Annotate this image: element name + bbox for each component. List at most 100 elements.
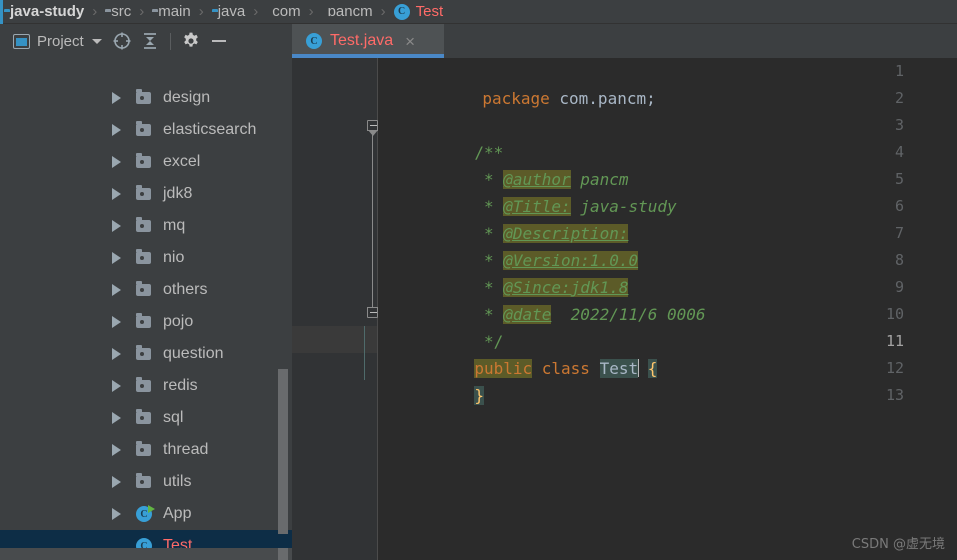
chevron-right-icon[interactable] xyxy=(112,124,121,136)
breadcrumb-separator: › xyxy=(139,3,145,20)
chevron-right-icon[interactable] xyxy=(112,380,121,392)
tree-item-label: excel xyxy=(163,153,201,170)
package-name: com.pancm; xyxy=(549,89,656,108)
brace-open: { xyxy=(647,359,658,378)
chevron-right-icon[interactable] xyxy=(112,476,121,488)
code-line-6: * @Description: xyxy=(378,193,629,243)
code-line-9: * @date 2022/11/6 0006 xyxy=(378,274,706,324)
chevron-right-icon[interactable] xyxy=(112,156,121,168)
breadcrumb-separator: › xyxy=(253,3,259,20)
breadcrumb-item-pancm[interactable]: pancm xyxy=(320,0,375,24)
tree-item-pojo[interactable]: pojo xyxy=(0,306,292,338)
chevron-right-icon[interactable] xyxy=(112,508,121,520)
breadcrumb-item-src[interactable]: src xyxy=(103,0,133,24)
folder-icon xyxy=(136,249,151,264)
tree-item-label: utils xyxy=(163,473,192,490)
chevron-right-icon[interactable] xyxy=(112,412,121,424)
code-line-12: } xyxy=(378,355,484,405)
collapse-all-icon[interactable] xyxy=(137,28,163,54)
tab-test-java[interactable]: C Test.java × xyxy=(292,24,444,58)
tree-item-nio[interactable]: nio xyxy=(0,242,292,274)
breadcrumb-item-main[interactable]: main xyxy=(150,0,193,24)
project-view-selector[interactable]: Project xyxy=(8,30,107,53)
folder-icon xyxy=(136,185,151,200)
code-content[interactable]: package com.pancm; /** * @author pancm *… xyxy=(378,58,957,560)
watermark: CSDN @虚无境 xyxy=(851,537,945,552)
tree-item-question[interactable]: question xyxy=(0,338,292,370)
code-line-1: package com.pancm; xyxy=(386,58,655,108)
tree-item-app[interactable]: C App xyxy=(0,498,292,530)
tree-item-others[interactable]: others xyxy=(0,274,292,306)
editor-tab-bar: C Test.java × xyxy=(292,24,957,58)
tree-item-label: nio xyxy=(163,249,185,266)
tool-window-bottom-strip xyxy=(0,548,292,560)
tree-item-design[interactable]: design xyxy=(0,82,292,114)
tree-item-sql[interactable]: sql xyxy=(0,402,292,434)
tree-item-excel[interactable]: excel xyxy=(0,146,292,178)
folder-icon xyxy=(136,313,151,328)
tree-scrollbar-track-bottom[interactable] xyxy=(278,548,288,560)
tree-item-label: jdk8 xyxy=(163,185,193,202)
tree-item-redis[interactable]: redis xyxy=(0,370,292,402)
tree-item-label: question xyxy=(163,345,224,362)
chevron-right-icon[interactable] xyxy=(112,220,121,232)
keyword-package: package xyxy=(482,89,550,108)
breadcrumb-item-java[interactable]: java xyxy=(210,0,248,24)
brace-close: } xyxy=(474,386,484,405)
keyword-class: class xyxy=(541,359,590,378)
fold-region-line xyxy=(372,135,373,307)
breadcrumb-item-java-study[interactable]: java-study xyxy=(2,0,86,24)
runnable-class-icon: C xyxy=(136,505,155,522)
chevron-right-icon[interactable] xyxy=(112,284,121,296)
chevron-right-icon[interactable] xyxy=(112,92,121,104)
folder-icon xyxy=(136,89,151,104)
tree-item-utils[interactable]: utils xyxy=(0,466,292,498)
breadcrumb-item-com[interactable]: com xyxy=(264,0,302,24)
tree-scrollbar-thumb[interactable] xyxy=(278,369,288,534)
tree-item-elasticsearch[interactable]: elasticsearch xyxy=(0,114,292,146)
toolbar-divider xyxy=(169,32,171,50)
tree-item-mq[interactable]: mq xyxy=(0,210,292,242)
project-tree[interactable]: design elasticsearch excel jdk8 mq nio o… xyxy=(0,82,292,560)
chevron-right-icon[interactable] xyxy=(112,444,121,456)
class-icon: C xyxy=(306,33,322,49)
code-line-8: * @Since:jdk1.8 xyxy=(378,247,629,297)
chevron-right-icon[interactable] xyxy=(112,348,121,360)
intellij-idea-window: java-study › src › main › java › com › p… xyxy=(0,0,957,560)
hide-icon[interactable] xyxy=(206,28,232,54)
breadcrumb-label: pancm xyxy=(327,3,373,20)
tool-window-title: Project xyxy=(37,32,84,50)
folder-icon xyxy=(136,217,151,232)
breadcrumb-label: Test xyxy=(415,3,444,20)
tree-item-label: App xyxy=(163,505,192,522)
breadcrumb-item-test[interactable]: C Test xyxy=(392,0,446,24)
editor-area: C Test.java × 1 2 3 4 5 6 7 8 9 10 11 12… xyxy=(292,24,957,560)
chevron-down-icon xyxy=(91,38,102,44)
code-line-11: public class Test { xyxy=(378,328,658,378)
editor-gutter[interactable] xyxy=(292,58,377,560)
tree-item-label: others xyxy=(163,281,208,298)
folder-icon xyxy=(136,121,151,136)
tree-item-thread[interactable]: thread xyxy=(0,434,292,466)
chevron-right-icon[interactable] xyxy=(112,252,121,264)
breadcrumb: java-study › src › main › java › com › p… xyxy=(0,0,957,24)
breadcrumb-separator: › xyxy=(308,3,314,20)
javadoc-tag-date: @date xyxy=(503,305,552,324)
tab-label: Test.java xyxy=(330,32,394,49)
folder-icon xyxy=(136,377,151,392)
breadcrumb-separator: › xyxy=(380,3,386,20)
javadoc-value-date: 2022/11/6 0006 xyxy=(551,305,706,324)
chevron-right-icon[interactable] xyxy=(112,188,121,200)
chevron-right-icon[interactable] xyxy=(112,316,121,328)
breadcrumb-label: java-study xyxy=(10,3,85,20)
project-tool-window: Project design elasticsearch excel jdk8 … xyxy=(0,24,292,560)
tool-window-header: Project xyxy=(0,24,292,58)
code-editor[interactable]: 1 2 3 4 5 6 7 8 9 10 11 12 13 package co… xyxy=(292,58,957,560)
select-opened-file-icon[interactable] xyxy=(109,28,135,54)
close-icon[interactable]: × xyxy=(405,33,415,50)
tree-item-jdk8[interactable]: jdk8 xyxy=(0,178,292,210)
settings-gear-icon[interactable] xyxy=(178,28,204,54)
breadcrumb-label: java xyxy=(217,3,246,20)
code-line-4: * @author pancm xyxy=(378,139,628,189)
tree-item-label: thread xyxy=(163,441,209,458)
